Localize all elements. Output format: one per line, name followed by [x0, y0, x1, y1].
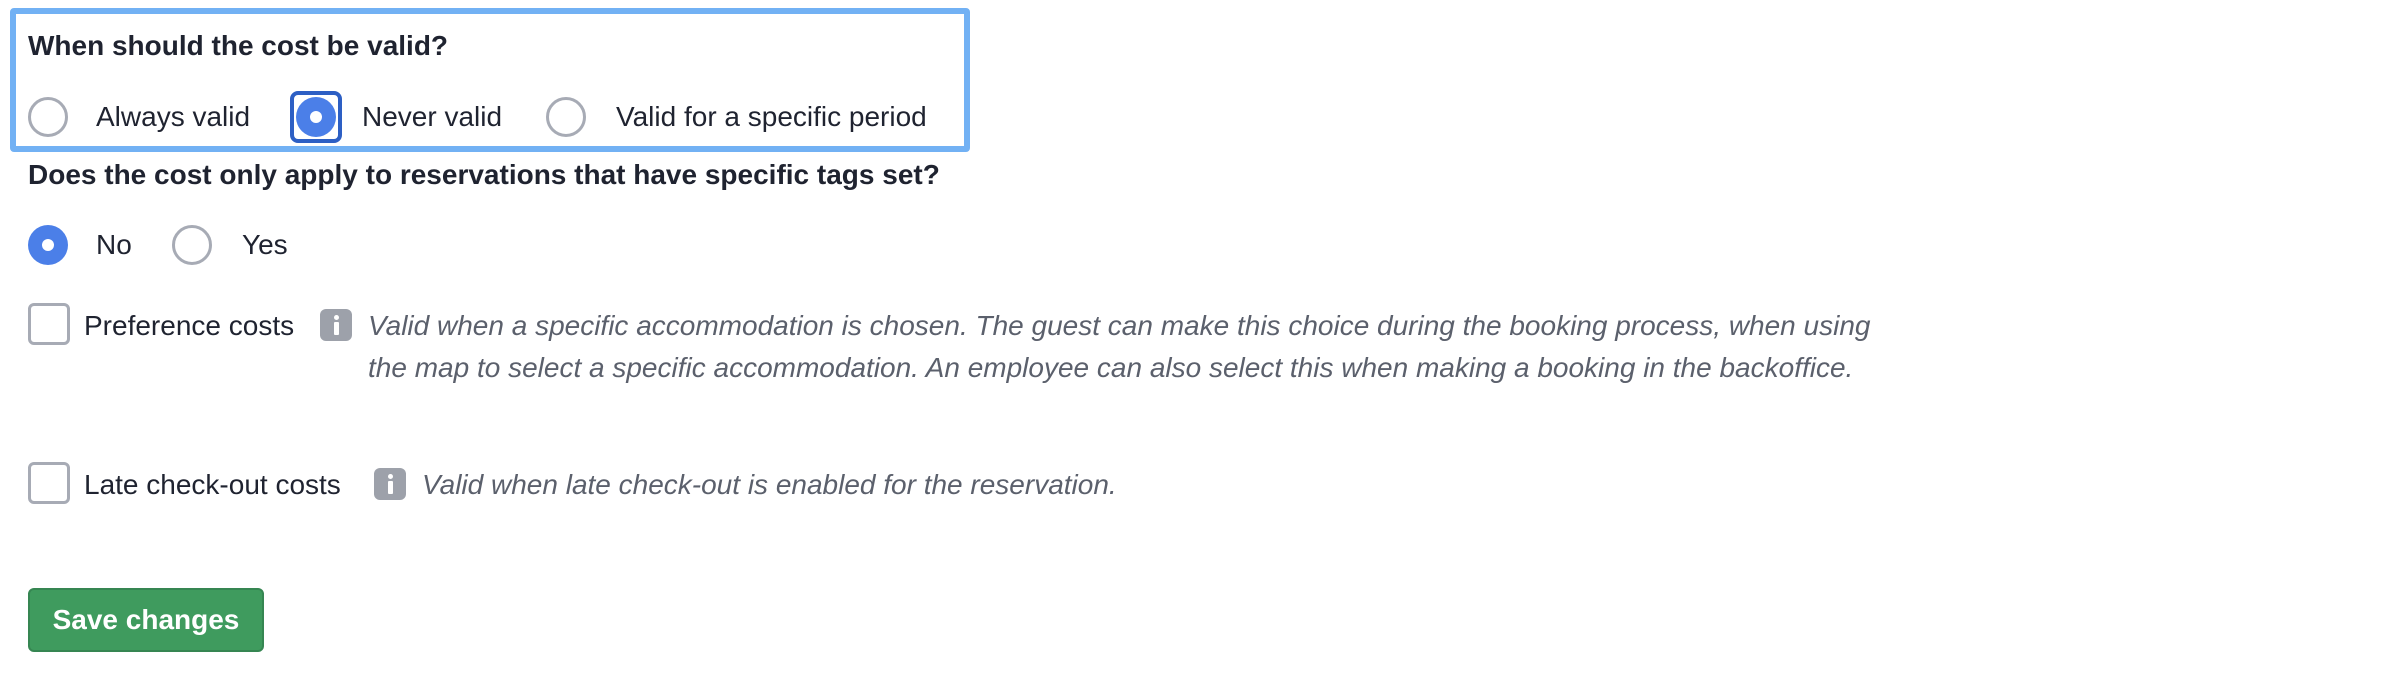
tags-yes-radio[interactable] — [172, 225, 212, 265]
always-valid-label[interactable]: Always valid — [96, 101, 250, 133]
preference-costs-label[interactable]: Preference costs — [84, 310, 294, 342]
never-valid-radio[interactable] — [296, 97, 336, 137]
validity-question: When should the cost be valid? — [28, 30, 449, 61]
late-checkout-costs-label[interactable]: Late check-out costs — [84, 469, 341, 501]
save-changes-button[interactable]: Save changes — [28, 588, 264, 652]
always-valid-radio[interactable] — [28, 97, 68, 137]
tags-no-radio[interactable] — [28, 225, 68, 265]
info-icon[interactable] — [320, 309, 352, 341]
tags-question: Does the cost only apply to reservations… — [28, 159, 940, 190]
never-valid-label[interactable]: Never valid — [362, 101, 502, 133]
specific-period-label[interactable]: Valid for a specific period — [616, 101, 927, 133]
preference-costs-description: Valid when a specific accommodation is c… — [368, 310, 1871, 383]
tags-no-label[interactable]: No — [96, 229, 132, 261]
late-checkout-costs-checkbox[interactable] — [28, 462, 70, 504]
specific-period-radio[interactable] — [546, 97, 586, 137]
preference-costs-checkbox[interactable] — [28, 303, 70, 345]
late-checkout-costs-description: Valid when late check-out is enabled for… — [422, 469, 1117, 500]
tags-yes-label[interactable]: Yes — [242, 229, 288, 261]
info-icon[interactable] — [374, 468, 406, 500]
